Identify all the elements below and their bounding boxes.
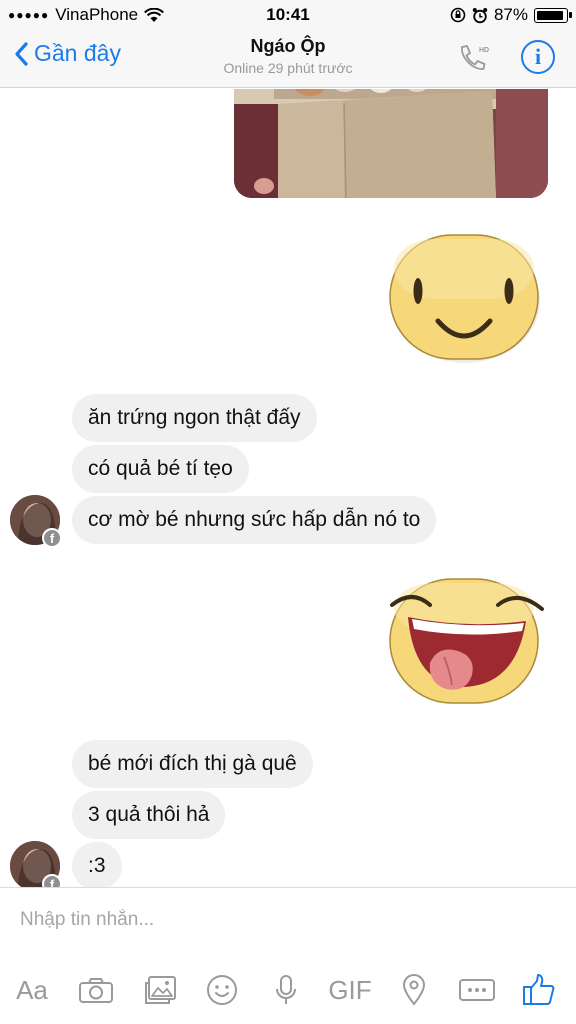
eggs-photo-message[interactable] bbox=[234, 89, 548, 198]
incoming-message[interactable]: có quả bé tí tẹo bbox=[72, 445, 249, 493]
message-input[interactable] bbox=[20, 902, 550, 938]
phone-icon: HD bbox=[461, 45, 489, 70]
more-icon bbox=[459, 979, 495, 1001]
sticker-button[interactable] bbox=[202, 968, 242, 1012]
incoming-message[interactable]: cơ mờ bé nhưng sức hấp dẫn nó to bbox=[72, 496, 437, 544]
location-button[interactable] bbox=[394, 968, 434, 1012]
thumbs-up-icon bbox=[523, 974, 555, 1005]
camera-button[interactable] bbox=[76, 968, 116, 1012]
more-options-button[interactable] bbox=[456, 968, 498, 1012]
gif-button[interactable]: GIF bbox=[324, 968, 376, 1012]
message-list[interactable]: ăn trứng ngon thật đấy có quả bé tí tẹo … bbox=[0, 89, 576, 887]
conversation-header: Gần đây Ngáo Ộp Online 29 phút trước HD … bbox=[0, 30, 576, 88]
incoming-message[interactable]: ăn trứng ngon thật đấy bbox=[72, 394, 317, 442]
info-button[interactable]: i bbox=[521, 40, 555, 74]
voice-button[interactable] bbox=[266, 968, 306, 1012]
composer-toolbar: Aa GIF bbox=[0, 968, 576, 1012]
camera-icon bbox=[79, 978, 113, 1003]
hd-call-button[interactable]: HD bbox=[456, 42, 490, 76]
rotation-lock-icon bbox=[450, 7, 466, 23]
location-pin-icon bbox=[402, 974, 426, 1006]
facebook-badge-icon: f bbox=[42, 874, 62, 887]
incoming-message[interactable]: bé mới đích thị gà quê bbox=[72, 740, 313, 788]
smiley-sticker bbox=[389, 234, 540, 363]
tongue-out-sticker bbox=[389, 578, 544, 704]
microphone-icon bbox=[276, 975, 296, 1004]
battery-icon bbox=[534, 7, 572, 23]
smiley-sticker-message[interactable] bbox=[386, 231, 542, 365]
facebook-badge-icon: f bbox=[42, 528, 62, 548]
battery-percent: 87% bbox=[493, 5, 528, 24]
incoming-message[interactable]: :3 bbox=[72, 842, 122, 887]
alarm-icon bbox=[472, 7, 488, 23]
tongue-sticker-message[interactable] bbox=[386, 575, 546, 709]
message-composer: Aa bbox=[0, 887, 576, 1024]
smiley-icon bbox=[207, 975, 237, 1005]
photo-gallery-icon bbox=[145, 976, 176, 1004]
incoming-message[interactable]: 3 quả thôi hả bbox=[72, 791, 226, 839]
like-button[interactable] bbox=[518, 968, 560, 1012]
status-bar: ●●●●● VinaPhone 10:41 87% bbox=[0, 0, 576, 30]
text-style-button[interactable]: Aa bbox=[10, 968, 54, 1012]
eggs-photo bbox=[234, 89, 548, 198]
photo-gallery-button[interactable] bbox=[140, 968, 180, 1012]
hd-badge: HD bbox=[479, 47, 489, 54]
